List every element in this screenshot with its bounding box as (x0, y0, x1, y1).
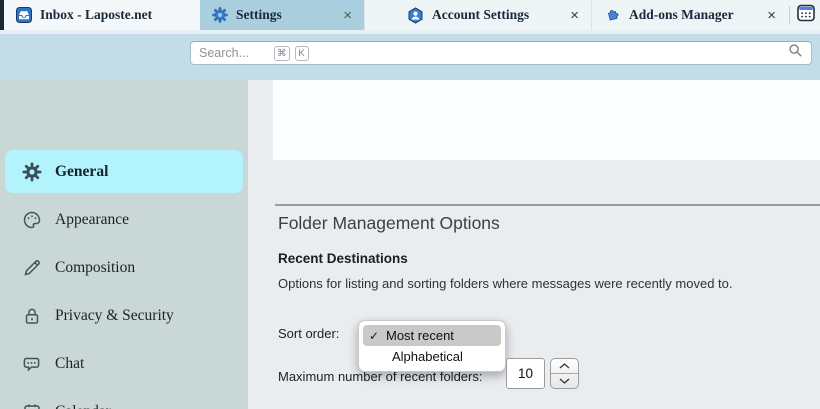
stepper-up-button[interactable] (551, 359, 578, 374)
palette-icon (22, 210, 42, 230)
sidebar-item-privacy-security[interactable]: Privacy & Security (5, 294, 243, 337)
puzzle-icon (604, 7, 621, 24)
shortcut-k-key: K (295, 46, 309, 61)
close-icon[interactable]: × (343, 8, 352, 23)
calendar-icon (797, 4, 815, 27)
calendar-icon (22, 402, 42, 409)
sort-order-label: Sort order: (278, 326, 339, 341)
tab-label: Inbox - Laposte.net (40, 7, 152, 23)
subsection-title: Recent Destinations (278, 251, 408, 266)
dropdown-option-label: Most recent (386, 328, 454, 343)
section-separator (275, 204, 820, 206)
gear-icon (212, 7, 228, 23)
sidebar-item-label: Privacy & Security (55, 307, 174, 325)
tab-label: Add-ons Manager (629, 7, 734, 23)
max-folders-input[interactable] (506, 358, 545, 389)
tab-label: Settings (236, 7, 282, 23)
settings-sidebar: General Appearance Composition Privacy &… (0, 80, 248, 409)
search-icon (788, 43, 803, 63)
tab-label: Account Settings (432, 7, 529, 23)
sidebar-item-chat[interactable]: Chat (5, 342, 243, 385)
previous-section-panel (273, 80, 820, 160)
search-box[interactable]: ⌘ K (190, 41, 812, 65)
checkmark-icon: ✓ (369, 329, 386, 343)
sort-order-dropdown-menu: ✓ Most recent Alphabetical (358, 320, 506, 372)
dropdown-option-alphabetical[interactable]: Alphabetical (363, 346, 501, 367)
tab-settings[interactable]: Settings × (200, 0, 364, 30)
sidebar-item-label: Chat (55, 355, 84, 373)
sidebar-item-label: Appearance (55, 211, 129, 229)
shortcut-command-key: ⌘ (274, 46, 290, 61)
tab-inbox[interactable]: Inbox - Laposte.net (4, 0, 200, 30)
dropdown-option-label: Alphabetical (392, 349, 463, 364)
dropdown-option-most-recent[interactable]: ✓ Most recent (363, 325, 501, 346)
tab-bar: Inbox - Laposte.net Settings × Account S… (0, 0, 820, 30)
section-title: Folder Management Options (278, 213, 500, 234)
max-folders-stepper (550, 358, 579, 389)
close-icon[interactable]: × (767, 8, 776, 23)
tab-account-settings[interactable]: Account Settings × (364, 0, 592, 30)
settings-toolbar: ⌘ K (0, 30, 820, 80)
gear-icon (22, 162, 42, 182)
lock-icon (22, 306, 42, 326)
sidebar-item-label: General (55, 163, 108, 181)
sidebar-item-appearance[interactable]: Appearance (5, 198, 243, 241)
calendar-spaces-button[interactable] (791, 0, 820, 30)
sidebar-item-label: Calendar (55, 403, 111, 409)
sidebar-item-general[interactable]: General (5, 150, 243, 193)
pencil-icon (22, 258, 42, 278)
tab-bar-divider (789, 6, 790, 24)
settings-content-pane: Folder Management Options Recent Destina… (248, 80, 820, 409)
sidebar-item-calendar[interactable]: Calendar (5, 390, 243, 409)
app-window: Inbox - Laposte.net Settings × Account S… (0, 0, 820, 409)
close-icon[interactable]: × (570, 8, 579, 23)
tab-addons-manager[interactable]: Add-ons Manager × (592, 0, 788, 30)
subsection-description: Options for listing and sorting folders … (278, 276, 733, 291)
account-icon (407, 7, 424, 24)
sidebar-item-label: Composition (55, 259, 135, 277)
inbox-icon (16, 7, 32, 23)
chat-icon (22, 354, 42, 374)
stepper-down-button[interactable] (551, 374, 578, 388)
sidebar-item-composition[interactable]: Composition (5, 246, 243, 289)
search-input[interactable] (199, 46, 269, 60)
